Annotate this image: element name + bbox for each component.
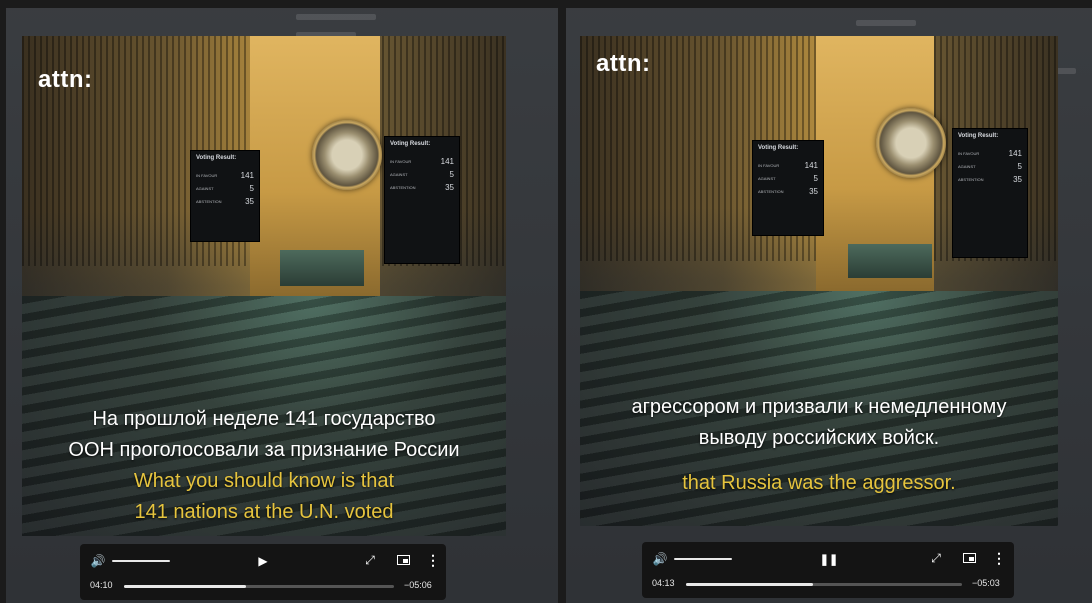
volume-slider[interactable] bbox=[674, 558, 732, 560]
attn-logo: attn: bbox=[38, 66, 93, 93]
picture-in-picture-icon[interactable] bbox=[394, 552, 412, 568]
background-text-line bbox=[856, 20, 916, 26]
remaining-time: −05:06 bbox=[404, 580, 432, 590]
subtitle-russian-line: На прошлой неделе 141 государство bbox=[92, 408, 436, 430]
fullscreen-icon[interactable]: ⤢ bbox=[928, 550, 944, 566]
subtitle-english-line: that Russia was the aggressor. bbox=[682, 472, 956, 494]
remaining-time: −05:03 bbox=[972, 578, 1000, 588]
voting-board-right: Voting Result: IN FAVOUR 141 AGAINST 5 ABS… bbox=[384, 136, 460, 264]
pause-button[interactable]: ❚❚ bbox=[820, 550, 838, 568]
subtitle-russian-line: выводу российских войск. bbox=[698, 427, 940, 449]
progress-bar[interactable] bbox=[686, 583, 962, 586]
video-panel-left: Voting Result: IN FAVOUR 141 AGAINST 5 ABS… bbox=[6, 8, 558, 603]
volume-icon[interactable]: 🔊 bbox=[90, 553, 106, 569]
subtitle-english-line: 141 nations at the U.N. voted bbox=[134, 501, 394, 523]
volume-icon[interactable]: 🔊 bbox=[652, 551, 668, 567]
fullscreen-icon[interactable]: ⤢ bbox=[362, 552, 378, 568]
video-frame[interactable]: Voting Result: IN FAVOUR 141 AGAINST 5 ABS… bbox=[22, 36, 506, 536]
un-emblem bbox=[312, 120, 382, 190]
progress-fill bbox=[686, 583, 813, 586]
subtitles: агрессором и призвали к немедленному выв… bbox=[580, 392, 1058, 499]
more-options-icon[interactable]: ⋮ bbox=[426, 552, 440, 568]
voting-board-left: Voting Result: IN FAVOUR 141 AGAINST 5 ABS… bbox=[190, 150, 260, 242]
video-panel-right: Voting Result: IN FAVOUR 141 AGAINST 5 ABS… bbox=[566, 8, 1092, 603]
progress-bar[interactable] bbox=[124, 585, 394, 588]
screen: Voting Result: IN FAVOUR 141 AGAINST 5 ABS… bbox=[0, 0, 1092, 603]
rostrum bbox=[280, 250, 364, 286]
rostrum bbox=[848, 244, 932, 278]
elapsed-time: 04:10 bbox=[90, 580, 113, 590]
subtitles: На прошлой неделе 141 государство ООН пр… bbox=[22, 404, 506, 528]
video-frame[interactable]: Voting Result: IN FAVOUR 141 AGAINST 5 ABS… bbox=[580, 36, 1058, 526]
un-emblem bbox=[876, 108, 946, 178]
more-options-icon[interactable]: ⋮ bbox=[992, 550, 1006, 566]
voting-board-right: Voting Result: IN FAVOUR 141 AGAINST 5 ABS… bbox=[952, 128, 1028, 258]
picture-in-picture-icon[interactable] bbox=[960, 550, 978, 566]
video-controls: 🔊 ▶ ⤢ ⋮ 04:10 −05:06 bbox=[80, 544, 446, 600]
subtitle-english-line: What you should know is that bbox=[133, 470, 395, 492]
play-button[interactable]: ▶ bbox=[254, 552, 272, 570]
background-text-line bbox=[296, 14, 376, 20]
volume-slider[interactable] bbox=[112, 560, 170, 562]
attn-logo: attn: bbox=[596, 50, 651, 77]
elapsed-time: 04:13 bbox=[652, 578, 675, 588]
voting-board-left: Voting Result: IN FAVOUR 141 AGAINST 5 ABS… bbox=[752, 140, 824, 236]
video-controls: 🔊 ❚❚ ⤢ ⋮ 04:13 −05:03 bbox=[642, 542, 1014, 598]
subtitle-russian-line: ООН проголосовали за признание России bbox=[68, 439, 460, 461]
subtitle-russian-line: агрессором и призвали к немедленному bbox=[631, 396, 1007, 418]
progress-fill bbox=[124, 585, 246, 588]
